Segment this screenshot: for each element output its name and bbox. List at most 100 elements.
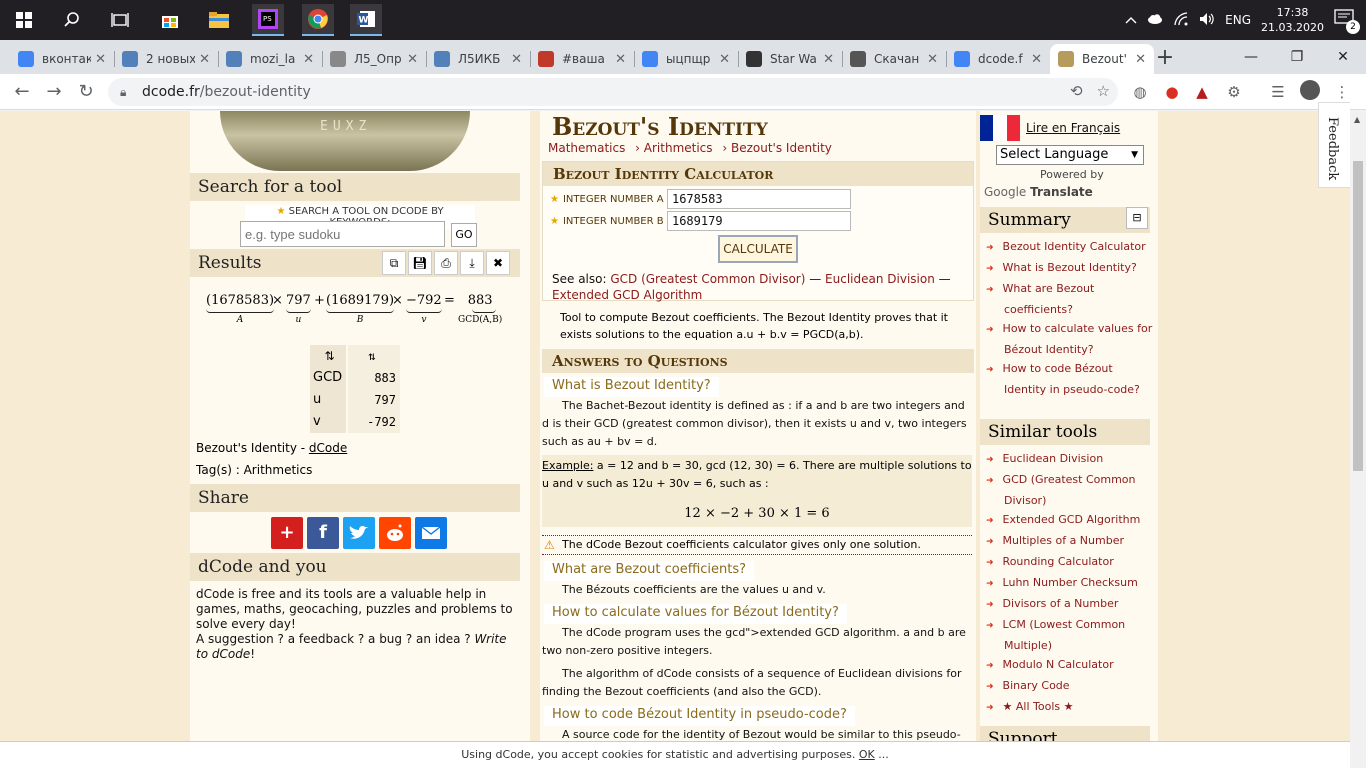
list-item[interactable]: Modulo N Calculator	[986, 655, 1154, 676]
sort-icon[interactable]: ⇅	[310, 345, 346, 367]
chrome-icon[interactable]	[302, 4, 334, 36]
browser-tab[interactable]: Л5ИКБ ✕	[426, 44, 530, 74]
search-input[interactable]	[240, 221, 445, 247]
browser-tab[interactable]: #ваша ✕	[530, 44, 634, 74]
clock[interactable]: 17:38 21.03.2020	[1261, 5, 1324, 35]
input-language[interactable]: ENG	[1225, 13, 1251, 27]
back-icon[interactable]: ←	[8, 78, 36, 106]
word-icon[interactable]: W	[350, 4, 382, 36]
breadcrumb-arithmetics[interactable]: › Arithmetics	[635, 141, 712, 155]
browser-tab[interactable]: mozi_la ✕	[218, 44, 322, 74]
translate-page-icon[interactable]: ⟲	[1070, 82, 1083, 100]
browser-tab[interactable]: Л5_Опр ✕	[322, 44, 426, 74]
close-tab-icon[interactable]: ✕	[95, 52, 106, 67]
breadcrumb-mathematics[interactable]: Mathematics	[548, 141, 625, 155]
chevron-up-icon[interactable]	[1125, 13, 1137, 27]
list-item[interactable]: Luhn Number Checksum	[986, 573, 1154, 594]
scrollbar-thumb[interactable]	[1353, 161, 1363, 471]
bookmark-star-icon[interactable]: ☆	[1097, 82, 1110, 100]
notification-icon[interactable]: 2	[1334, 9, 1360, 34]
media-queue-icon[interactable]: ☰	[1266, 80, 1290, 104]
reddit-icon[interactable]	[379, 517, 411, 549]
reload-icon[interactable]: ↻	[72, 78, 100, 106]
language-select[interactable]: Select Language ▼	[996, 145, 1144, 165]
file-explorer-icon[interactable]	[203, 4, 235, 36]
calculate-button[interactable]: CALCULATE	[718, 235, 798, 263]
close-tab-icon[interactable]: ✕	[823, 52, 834, 67]
close-tab-icon[interactable]: ✕	[407, 52, 418, 67]
close-tab-icon[interactable]: ✕	[719, 52, 730, 67]
address-bar[interactable]: 🔒︎ dcode.fr/bezout-identity ⟲ ☆	[108, 78, 1118, 106]
google-translate-link[interactable]: Google Translate	[984, 185, 1093, 199]
facebook-icon[interactable]: f	[307, 517, 339, 549]
list-item[interactable]: Bezout Identity Calculator	[986, 237, 1154, 258]
integer-a-input[interactable]	[666, 189, 851, 209]
browser-tab[interactable]: dcode.f ✕	[946, 44, 1050, 74]
list-item[interactable]: How to calculate values for Bézout Ident…	[986, 319, 1154, 359]
wifi-icon[interactable]	[1173, 11, 1189, 29]
cookie-ok-link[interactable]: OK	[859, 748, 875, 761]
close-tab-icon[interactable]: ✕	[199, 52, 210, 67]
minimize-button[interactable]: —	[1228, 44, 1274, 70]
feedback-tab[interactable]: Feedback	[1318, 102, 1350, 188]
gear-extension-icon[interactable]: ⚙	[1222, 80, 1246, 104]
cookie-more-link[interactable]: ...	[875, 748, 889, 761]
breadcrumb-bezout[interactable]: › Bezout's Identity	[722, 141, 832, 155]
close-tab-icon[interactable]: ✕	[1135, 52, 1146, 67]
browser-tab[interactable]: 2 новых ✕	[114, 44, 218, 74]
browser-tab[interactable]: ыцпщр ✕	[634, 44, 738, 74]
profile-avatar[interactable]	[1298, 80, 1322, 104]
close-icon[interactable]: ✖	[486, 251, 510, 275]
copy-icon[interactable]: ⧉	[382, 251, 406, 275]
maximize-button[interactable]: ❐	[1274, 44, 1320, 70]
chrome-menu-icon[interactable]: ⋮	[1330, 80, 1354, 104]
see-also-extended-gcd-link[interactable]: Extended GCD Algorithm	[552, 288, 702, 302]
share-plus-icon[interactable]: +	[271, 517, 303, 549]
browser-tab[interactable]: Bezout' ✕	[1050, 44, 1154, 74]
volume-icon[interactable]	[1199, 12, 1215, 29]
see-also-division-link[interactable]: Euclidean Division	[825, 272, 935, 286]
globe-extension-icon[interactable]: ◍	[1128, 80, 1152, 104]
list-item[interactable]: ★ All Tools ★	[986, 697, 1154, 718]
close-tab-icon[interactable]: ✕	[1031, 52, 1042, 67]
page-scrollbar[interactable]: ▲	[1350, 111, 1366, 768]
close-window-button[interactable]: ✕	[1320, 44, 1366, 70]
list-item[interactable]: What is Bezout Identity?	[986, 258, 1154, 279]
twitter-icon[interactable]	[343, 517, 375, 549]
close-tab-icon[interactable]: ✕	[927, 52, 938, 67]
email-icon[interactable]	[415, 517, 447, 549]
collapse-summary-icon[interactable]: ⊟	[1126, 207, 1148, 229]
scroll-up-icon[interactable]: ▲	[1354, 115, 1360, 124]
integer-b-input[interactable]	[666, 211, 851, 231]
browser-tab[interactable]: Star Wa ✕	[738, 44, 842, 74]
list-item[interactable]: Divisors of a Number	[986, 594, 1154, 615]
store-icon[interactable]	[154, 4, 186, 36]
task-view-icon[interactable]	[104, 4, 136, 36]
close-tab-icon[interactable]: ✕	[511, 52, 522, 67]
forward-icon[interactable]: →	[40, 78, 68, 106]
cloud-icon[interactable]	[1147, 13, 1163, 27]
lire-en-francais-link[interactable]: Lire en Français	[1026, 121, 1120, 135]
lock-icon[interactable]: 🔒︎	[120, 85, 134, 100]
dcode-link[interactable]: dCode	[309, 441, 347, 455]
pdf-extension-icon[interactable]: ▲	[1190, 80, 1214, 104]
windows-start-icon[interactable]	[8, 4, 40, 36]
see-also-gcd-link[interactable]: GCD (Greatest Common Divisor)	[610, 272, 805, 286]
list-item[interactable]: LCM (Lowest Common Multiple)	[986, 615, 1154, 655]
download-icon[interactable]: ⤓	[460, 251, 484, 275]
list-item[interactable]: Multiples of a Number	[986, 531, 1154, 552]
list-item[interactable]: How to code Bézout Identity in pseudo-co…	[986, 359, 1154, 399]
new-tab-button[interactable]: +	[1152, 46, 1178, 72]
browser-tab[interactable]: Скачан ✕	[842, 44, 946, 74]
list-item[interactable]: Binary Code	[986, 676, 1154, 697]
save-icon[interactable]: 💾︎	[408, 251, 432, 275]
list-item[interactable]: GCD (Greatest Common Divisor)	[986, 470, 1154, 510]
phpstorm-icon[interactable]: PS	[252, 4, 284, 36]
sort-icon[interactable]: ⇅	[348, 345, 400, 367]
search-icon[interactable]	[56, 4, 88, 36]
list-item[interactable]: Rounding Calculator	[986, 552, 1154, 573]
close-tab-icon[interactable]: ✕	[303, 52, 314, 67]
adblock-extension-icon[interactable]: ●	[1160, 80, 1184, 104]
browser-tab[interactable]: вконтакте✕	[10, 44, 114, 74]
dcode-logo-cryptex[interactable]: EUXZ	[220, 111, 470, 171]
